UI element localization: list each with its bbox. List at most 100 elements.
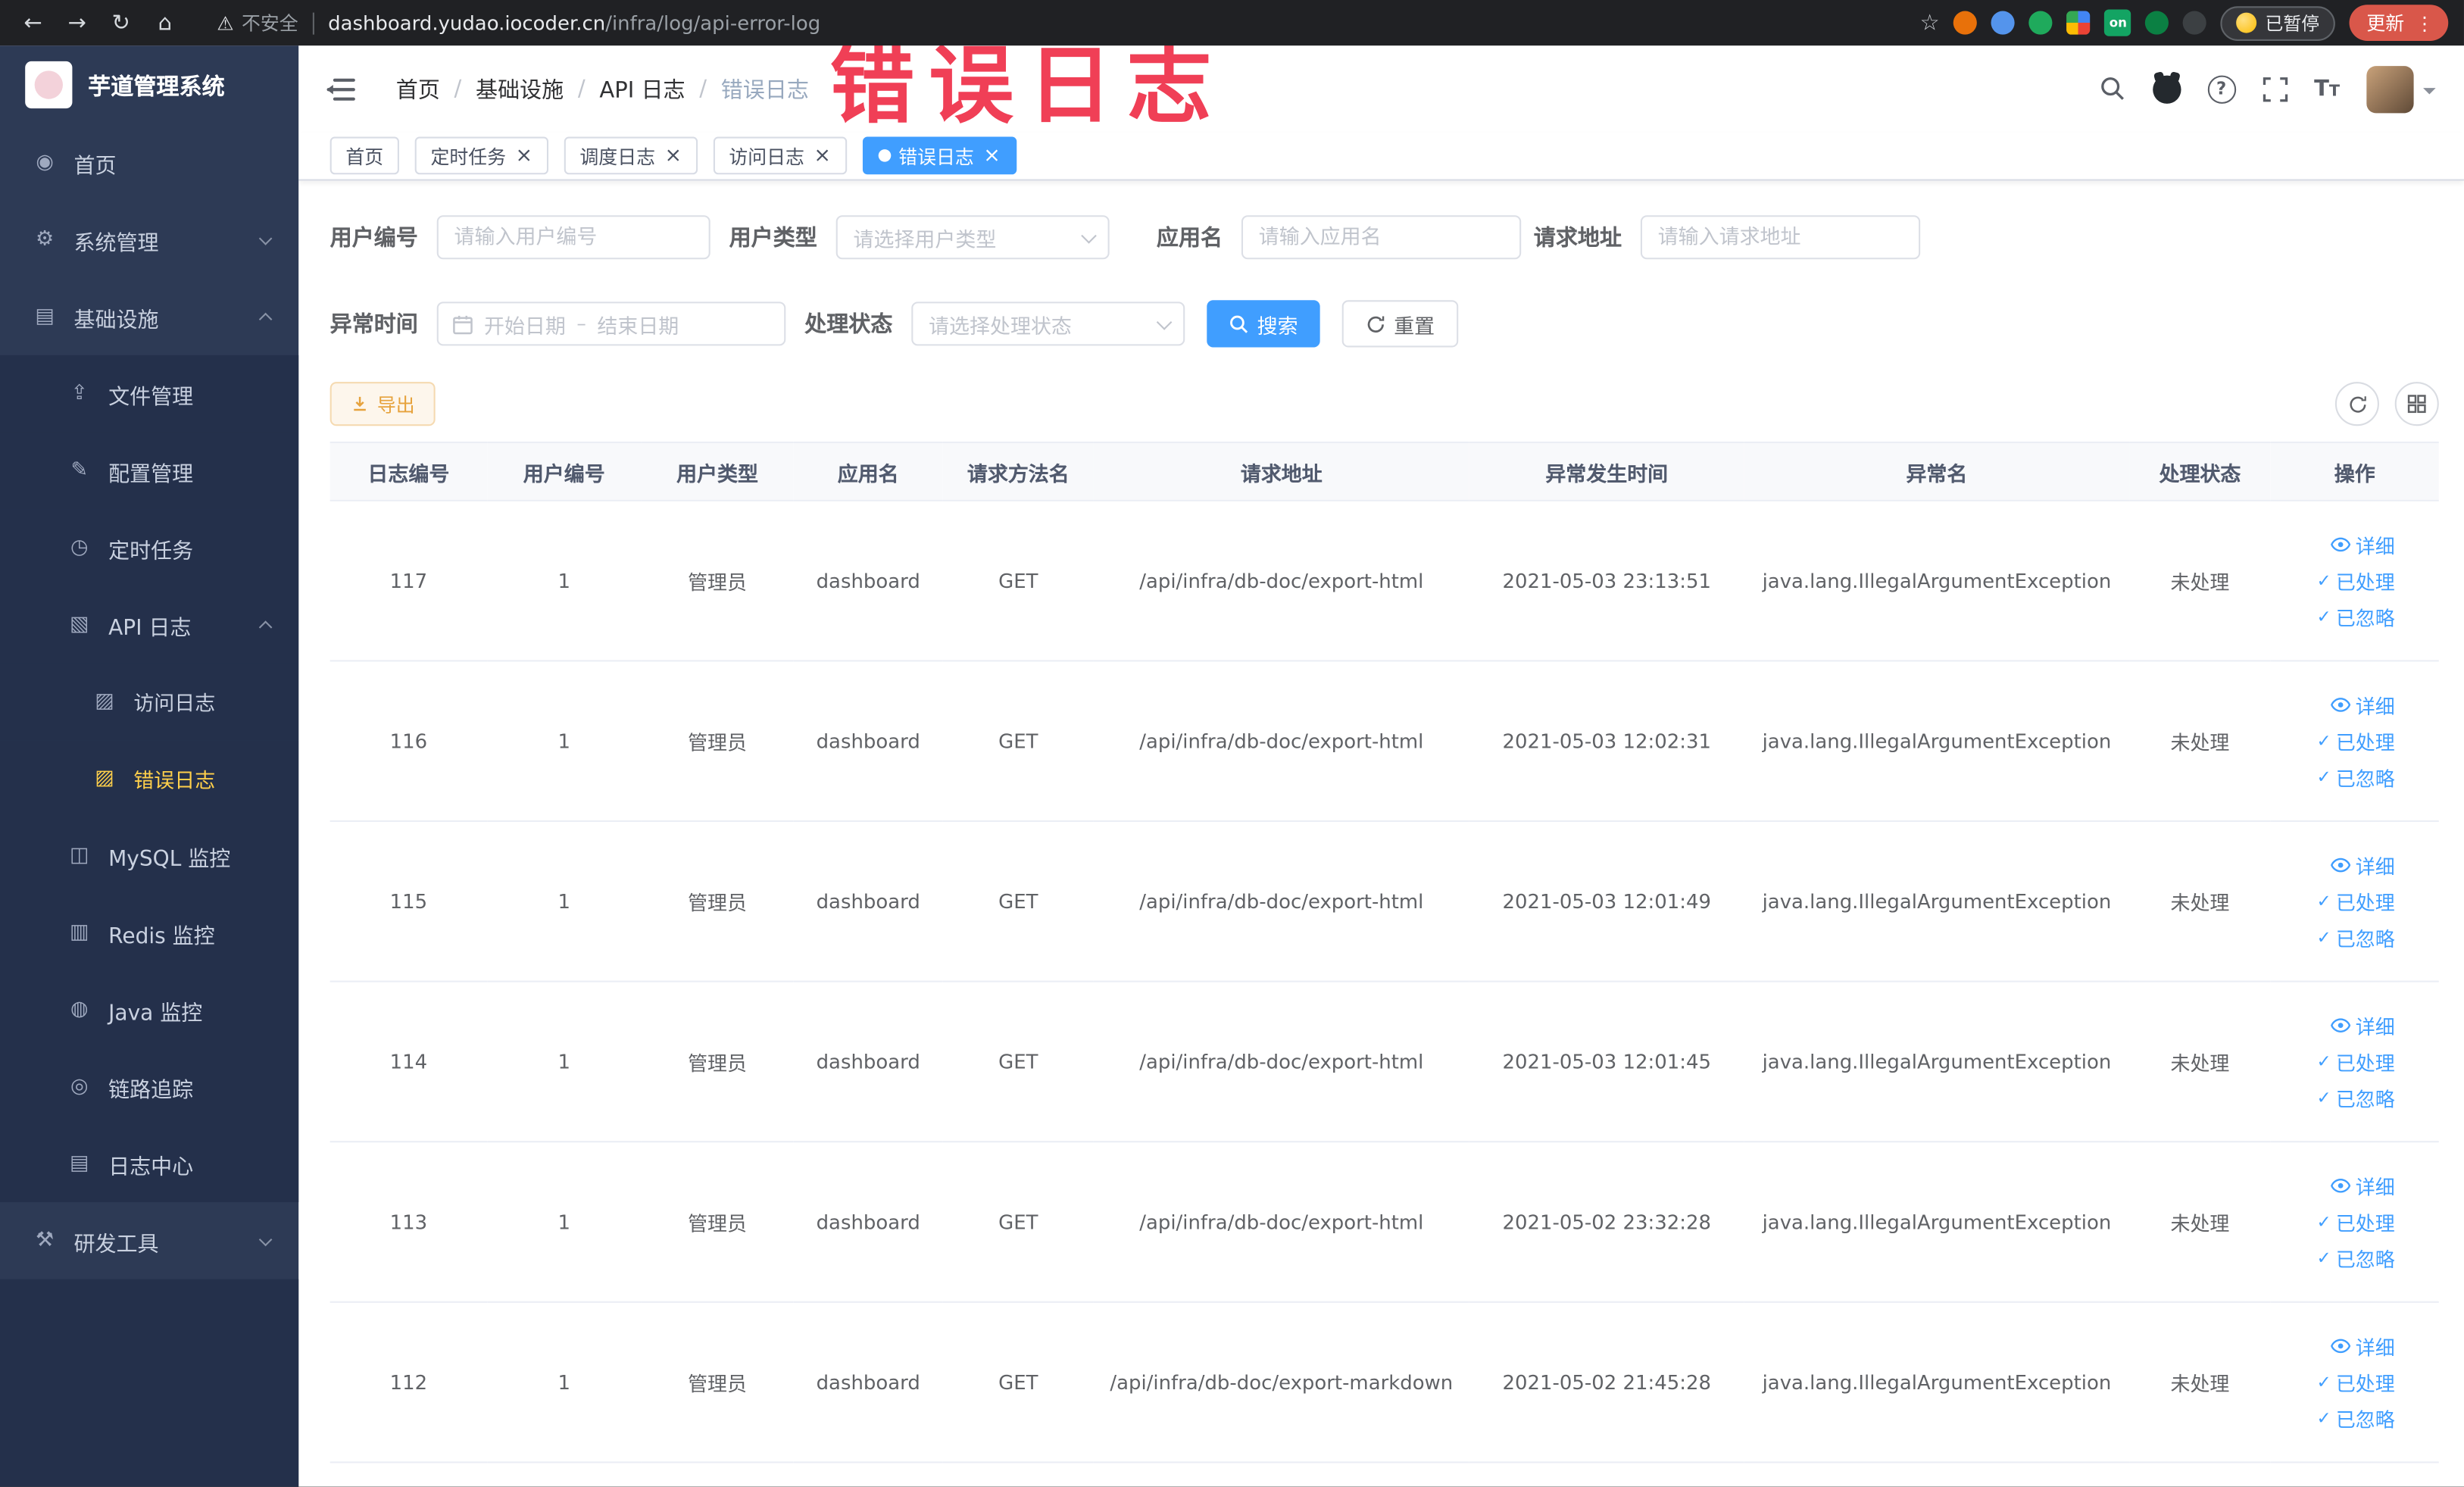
help-icon[interactable]: ?	[2207, 74, 2236, 103]
home-icon[interactable]: ⌂	[148, 5, 183, 40]
sidebar-item-mysql[interactable]: ◫ MySQL 监控	[0, 817, 299, 895]
range-separator: –	[576, 312, 586, 335]
sidebar-item-home[interactable]: ◉ 首页	[0, 124, 298, 201]
refresh-table-button[interactable]	[2334, 382, 2379, 426]
action-processed-link[interactable]: ✓ 已处理	[2317, 1047, 2395, 1076]
cell-log-id: 117	[329, 500, 488, 662]
extension-dark-icon[interactable]	[2183, 11, 2207, 35]
sidebar-item-system[interactable]: ⚙ 系统管理	[0, 201, 298, 279]
request-url-input[interactable]	[1640, 215, 1921, 260]
app-name-input[interactable]	[1241, 215, 1522, 260]
user-menu[interactable]	[2366, 65, 2436, 113]
sidebar-item-access-log[interactable]: ▨ 访问日志	[0, 663, 299, 741]
action-ignored-link[interactable]: ✓ 已忽略	[2317, 923, 2395, 952]
user-type-select[interactable]: 请选择用户类型	[835, 215, 1110, 260]
cell-actions: 详细 ✓ 已处理 ✓ 已忽略	[2270, 500, 2439, 662]
action-processed-link[interactable]: ✓ 已处理	[2317, 1207, 2395, 1236]
action-processed-link[interactable]: ✓ 已处理	[2317, 726, 2395, 755]
action-detail-link[interactable]: 详细	[2331, 850, 2395, 879]
browser-update-button[interactable]: 更新 ⋮	[2349, 5, 2449, 41]
sidebar-item-api-log[interactable]: ▧ API 日志	[0, 586, 299, 664]
export-button[interactable]: 导出	[329, 382, 436, 426]
github-icon[interactable]	[2152, 74, 2181, 103]
eye-icon	[2331, 858, 2351, 873]
address-bar[interactable]: dashboard.yudao.iocoder.cn/infra/log/api…	[328, 11, 820, 35]
sidebar-item-infra[interactable]: ▤ 基础设施	[0, 278, 298, 355]
tab-close-icon[interactable]: ×	[983, 145, 1001, 166]
chevron-up-icon	[258, 620, 273, 633]
breadcrumb-item[interactable]: API 日志	[599, 73, 685, 104]
action-ignored-link[interactable]: ✓ 已忽略	[2317, 1243, 2395, 1273]
site-security-indicator[interactable]: ⚠ 不安全	[217, 9, 298, 36]
sidebar-item-log-center[interactable]: ▤ 日志中心	[0, 1125, 299, 1203]
breadcrumb-item[interactable]: 首页	[396, 73, 440, 104]
cell-url: /api/infra/db-doc/export-html	[1093, 1142, 1469, 1303]
fullscreen-icon[interactable]	[2263, 77, 2288, 102]
action-processed-link[interactable]: ✓ 已处理	[2317, 886, 2395, 916]
user-id-input[interactable]	[436, 215, 710, 260]
column-settings-button[interactable]	[2394, 382, 2439, 426]
extension-on-icon[interactable]: on	[2104, 9, 2132, 36]
sidebar-item-label: 链路追踪	[108, 1077, 194, 1103]
action-ignored-link[interactable]: ✓ 已忽略	[2317, 1404, 2395, 1433]
sidebar-item-job[interactable]: ◷ 定时任务	[0, 509, 299, 586]
cell-status: 未处理	[2129, 661, 2271, 823]
row-actions: 详细 ✓ 已处理 ✓ 已忽略	[2277, 690, 2432, 792]
action-ignored-link[interactable]: ✓ 已忽略	[2317, 1082, 2395, 1112]
bookmark-star-icon[interactable]: ☆	[1920, 10, 1940, 35]
action-detail-link[interactable]: 详细	[2331, 1011, 2395, 1040]
action-detail-link[interactable]: 详细	[2331, 530, 2395, 559]
tab-调度日志[interactable]: 调度日志 ×	[564, 136, 698, 175]
tab-错误日志[interactable]: 错误日志 ×	[862, 136, 1017, 175]
reset-button[interactable]: 重置	[1341, 300, 1459, 348]
search-button[interactable]: 搜索	[1207, 300, 1320, 348]
extension-grid-icon[interactable]	[2066, 11, 2091, 35]
row-actions: 详细 ✓ 已处理 ✓ 已忽略	[2277, 850, 2432, 952]
action-detail-link[interactable]: 详细	[2331, 1331, 2395, 1360]
extension-green-icon[interactable]	[2028, 11, 2053, 35]
sidebar-item-file[interactable]: ⇪ 文件管理	[0, 355, 299, 433]
sidebar-item-dev-tools[interactable]: ⚒ 研发工具	[0, 1202, 298, 1279]
back-icon[interactable]: ←	[16, 5, 51, 40]
browser-menu-icon[interactable]: ⋮	[2416, 14, 2434, 33]
tab-close-icon[interactable]: ×	[814, 145, 831, 166]
tab-首页[interactable]: 首页	[329, 136, 399, 175]
eye-icon	[2331, 1339, 2351, 1354]
cell-time: 2021-05-02 23:32:28	[1469, 1142, 1744, 1303]
app-logo[interactable]: 芋道管理系统	[0, 45, 298, 124]
sidebar-item-redis[interactable]: ▥ Redis 监控	[0, 894, 299, 972]
cell-app-name: dashboard	[793, 500, 943, 662]
sidebar-item-java[interactable]: ◍ Java 监控	[0, 971, 299, 1048]
action-ignored-link[interactable]: ✓ 已忽略	[2317, 602, 2395, 632]
reload-icon[interactable]: ↻	[104, 5, 139, 40]
breadcrumb-item[interactable]: 基础设施	[476, 73, 564, 104]
cell-app-name: dashboard	[793, 820, 943, 982]
action-ignored-link[interactable]: ✓ 已忽略	[2317, 762, 2395, 792]
collapse-sidebar-icon[interactable]	[326, 77, 355, 100]
download-icon	[354, 396, 366, 411]
sidebar-item-config[interactable]: ✎ 配置管理	[0, 432, 299, 510]
profile-paused-chip[interactable]: 已暂停	[2221, 5, 2335, 40]
action-processed-link[interactable]: ✓ 已处理	[2317, 566, 2395, 595]
sidebar-item-tracer[interactable]: ◎ 链路追踪	[0, 1048, 299, 1126]
cell-app-name: dashboard	[793, 661, 943, 823]
row-actions: 详细 ✓ 已处理 ✓ 已忽略	[2277, 1171, 2432, 1273]
tab-访问日志[interactable]: 访问日志 ×	[713, 136, 847, 175]
tab-close-icon[interactable]: ×	[516, 145, 533, 166]
extension-orange-icon[interactable]	[1953, 11, 1978, 35]
extension-blue-icon[interactable]	[1991, 11, 2016, 35]
search-icon[interactable]	[2099, 76, 2125, 102]
extension-leaf-icon[interactable]	[2145, 11, 2169, 35]
tab-close-icon[interactable]: ×	[664, 145, 682, 166]
home-icon: ◉	[36, 151, 54, 175]
process-status-select[interactable]: 请选择处理状态	[911, 301, 1185, 346]
sidebar-item-error-log[interactable]: ▨ 错误日志	[0, 740, 299, 817]
font-size-icon[interactable]: TT	[2314, 78, 2340, 100]
column-header-status: 处理状态	[2129, 441, 2271, 501]
date-range-picker[interactable]: 开始日期 – 结束日期	[436, 301, 786, 346]
action-detail-link[interactable]: 详细	[2331, 1171, 2395, 1201]
forward-icon[interactable]: →	[60, 5, 95, 40]
action-processed-link[interactable]: ✓ 已处理	[2317, 1367, 2395, 1397]
tab-定时任务[interactable]: 定时任务 ×	[414, 136, 548, 175]
action-detail-link[interactable]: 详细	[2331, 690, 2395, 720]
